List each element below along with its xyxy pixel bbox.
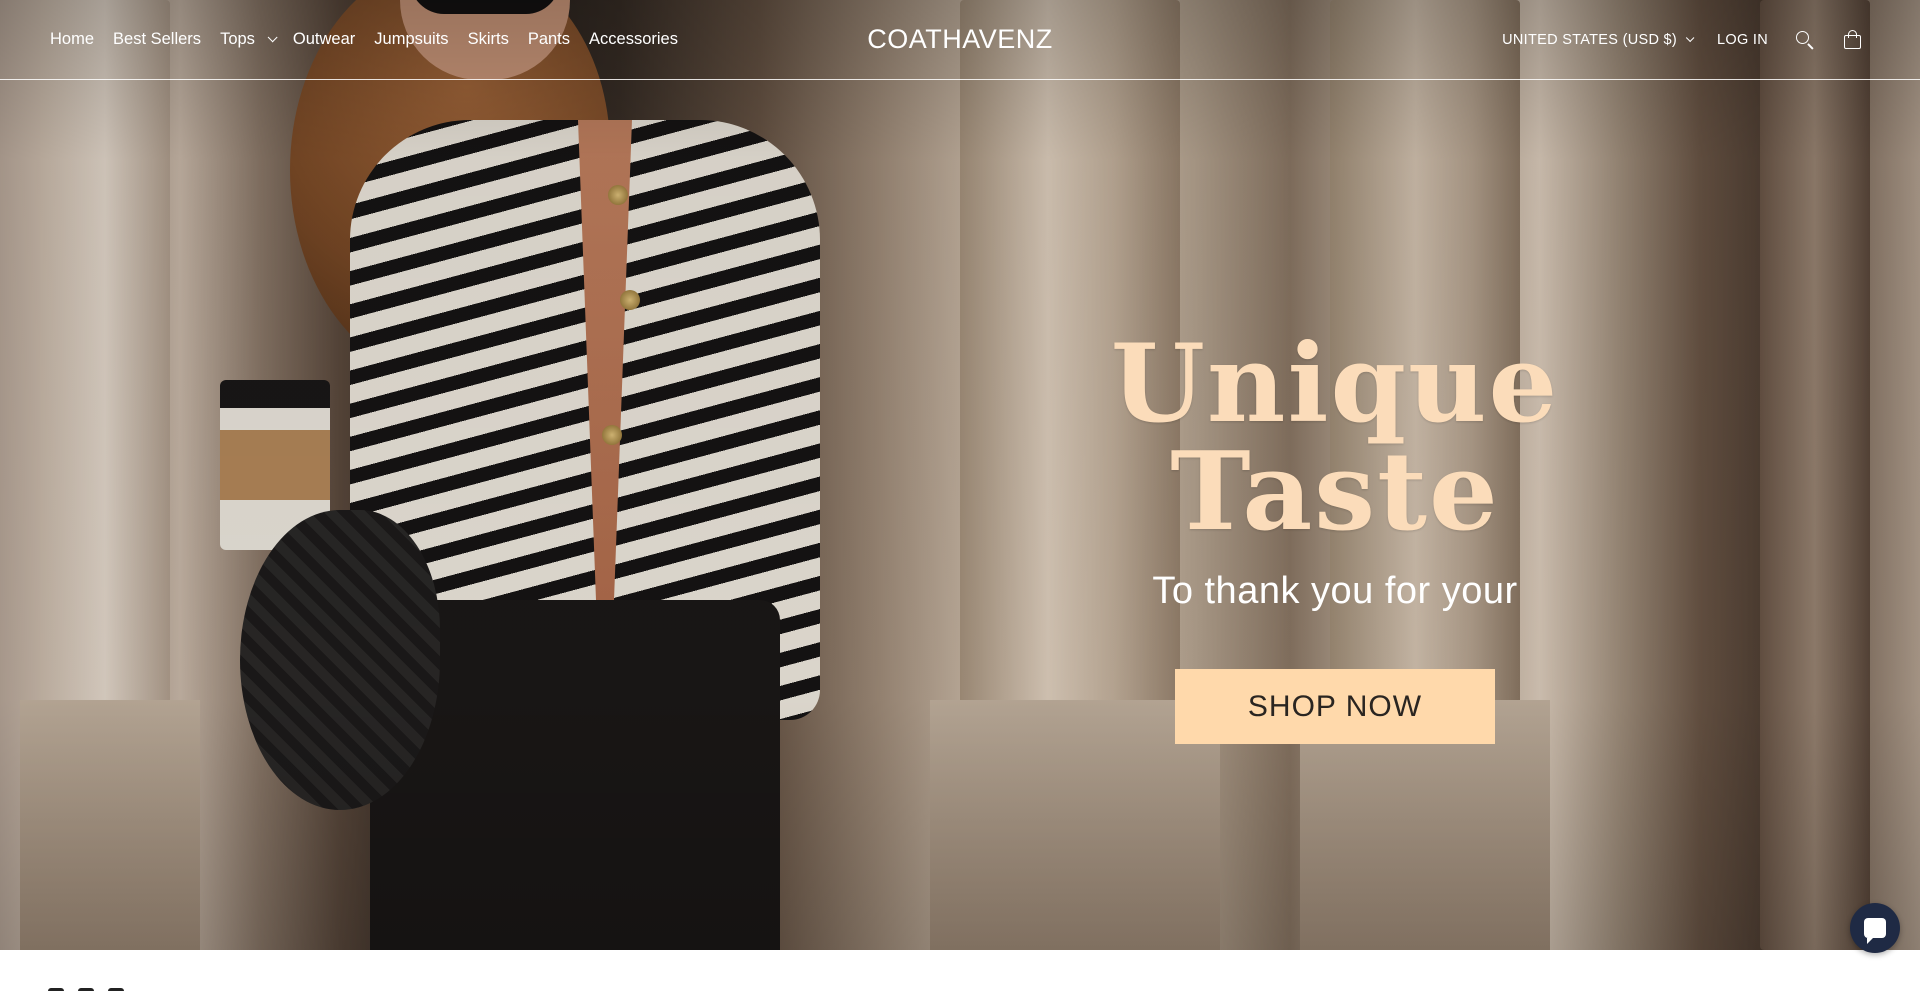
site-header: Home Best Sellers Tops Outwear Jumpsuits… [0,0,1920,80]
header-tools: UNITED STATES (USD $) LOG IN [1502,0,1864,79]
cart-icon[interactable] [1842,29,1864,51]
hero-headline: Unique Taste [1110,321,1560,555]
nav-item-jumpsuits[interactable]: Jumpsuits [374,30,448,49]
login-link[interactable]: LOG IN [1717,32,1768,48]
main-nav: Home Best Sellers Tops Outwear Jumpsuits… [50,0,678,79]
shop-now-button[interactable]: SHOP NOW [1175,669,1495,744]
currency-selector[interactable]: UNITED STATES (USD $) [1502,32,1695,48]
chevron-down-icon [267,32,278,43]
hero-text: Unique Taste To thank you for your SHOP … [990,330,1680,744]
chevron-down-icon [1685,33,1695,42]
hero-subline: To thank you for your [1152,570,1518,612]
nav-item-accessories[interactable]: Accessories [589,30,678,49]
chat-button[interactable] [1850,903,1900,953]
hero-banner: Unique Taste To thank you for your SHOP … [0,0,1920,950]
nav-item-tops[interactable]: Tops [220,30,278,49]
below-fold-section [0,950,1920,993]
nav-item-best-sellers[interactable]: Best Sellers [113,30,201,49]
nav-item-outwear[interactable]: Outwear [293,30,355,49]
nav-item-home[interactable]: Home [50,30,94,49]
nav-item-pants[interactable]: Pants [528,30,570,49]
nav-item-skirts[interactable]: Skirts [468,30,509,49]
search-icon[interactable] [1794,29,1816,51]
chat-icon [1864,918,1886,944]
site-logo[interactable]: COATHAVENZ [867,24,1053,55]
